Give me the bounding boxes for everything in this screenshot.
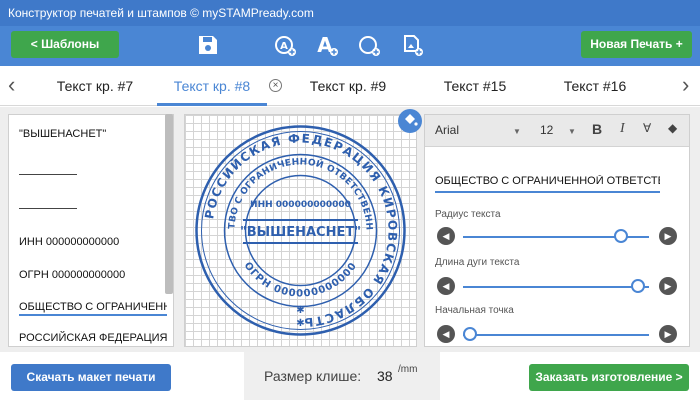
svg-text:A: A xyxy=(280,41,288,52)
tabs-next-arrow[interactable]: › xyxy=(682,66,689,106)
size-unit: /mm xyxy=(398,364,418,375)
font-size-select[interactable]: 12 xyxy=(540,123,553,137)
list-item-blank[interactable] xyxy=(19,163,167,181)
tab-text-8[interactable]: Текст кр. #8 xyxy=(157,66,267,106)
list-item[interactable]: ОГРН 000000000000 xyxy=(19,266,167,284)
chevron-down-icon[interactable]: ▼ xyxy=(568,127,576,136)
tab-text-7[interactable]: Текст кр. #7 xyxy=(40,66,150,106)
slider-label: Начальная точка xyxy=(435,305,514,316)
list-item-blank[interactable] xyxy=(19,197,167,215)
add-circle-icon[interactable] xyxy=(357,33,381,57)
list-item[interactable]: РОССИЙСКАЯ ФЕДЕРАЦИЯ КИРОВСКАЯ ОБЛАСТЬ xyxy=(19,329,167,346)
tab-close-icon[interactable]: × xyxy=(269,79,282,92)
tab-text-9[interactable]: Текст кр. #9 xyxy=(293,66,403,106)
order-button[interactable]: Заказать изготовление > xyxy=(529,364,689,391)
lines-list: "ВЫШЕНАСНЕТ" ИНН 000000000000 ОГРН 00000… xyxy=(8,114,174,347)
text-input[interactable]: ОБЩЕСТВО С ОГРАНИЧЕННОЙ ОТВЕТСТВЕННОСТЬЮ xyxy=(435,175,660,193)
radius-slider-thumb[interactable] xyxy=(613,229,628,243)
slider-decrease-icon[interactable]: ◀ xyxy=(437,227,455,245)
stamp-star-icon: ✱ xyxy=(296,305,304,316)
save-icon[interactable] xyxy=(196,33,220,57)
size-value[interactable]: 38 xyxy=(377,368,393,384)
stamp-preview[interactable]: РОССИЙСКАЯ ФЕДЕРАЦИЯ КИРОВСКАЯ ОБЛАСТЬ О… xyxy=(179,108,417,347)
stamp-image: РОССИЙСКАЯ ФЕДЕРАЦИЯ КИРОВСКАЯ ОБЛАСТЬ О… xyxy=(179,108,406,336)
start-point-slider-track[interactable] xyxy=(463,334,649,336)
templates-button[interactable]: < Шаблоны xyxy=(11,31,119,58)
font-family-select[interactable]: Arial xyxy=(435,123,459,137)
start-point-slider-thumb[interactable] xyxy=(463,327,478,341)
size-label: Размер клише: xyxy=(264,368,362,384)
slider-increase-icon[interactable]: ▶ xyxy=(659,277,677,295)
toolbar: < Шаблоны A A Новая Печать + xyxy=(0,26,700,66)
size-box: Размер клише: 38 /mm xyxy=(244,352,440,400)
slider-decrease-icon[interactable]: ◀ xyxy=(437,277,455,295)
arc-length-slider-thumb[interactable] xyxy=(630,279,645,293)
tabs-prev-arrow[interactable]: ‹ xyxy=(8,66,15,106)
stamp-star-icon: ✱ xyxy=(296,318,304,329)
add-image-icon[interactable] xyxy=(400,33,424,57)
stamp-center-text: "ВЫШЕНАСНЕТ" xyxy=(240,225,361,240)
lines-scrollbar[interactable] xyxy=(165,114,173,294)
slider-label: Радиус текста xyxy=(435,209,501,220)
slider-increase-icon[interactable]: ▶ xyxy=(659,227,677,245)
italic-icon[interactable]: I xyxy=(620,121,625,137)
list-item[interactable]: ИНН 000000000000 xyxy=(19,233,167,251)
list-item-selected[interactable]: ОБЩЕСТВО С ОГРАНИЧЕННОЙ ОТВЕТСТВЕННОСТЬЮ xyxy=(19,298,167,316)
slider-decrease-icon[interactable]: ◀ xyxy=(437,325,455,343)
text-fill-icon[interactable]: ∀ xyxy=(643,121,651,135)
list-item[interactable]: "ВЫШЕНАСНЕТ" xyxy=(19,125,167,143)
new-stamp-button[interactable]: Новая Печать + xyxy=(581,31,692,58)
tabs-bar: ‹ Текст кр. #7 Текст кр. #8 × Текст кр. … xyxy=(0,66,700,106)
add-text-icon[interactable]: A xyxy=(315,33,339,57)
properties-panel: Arial ▼ 12 ▼ B I ∀ ◆ ОБЩЕСТВО С ОГРАНИЧЕ… xyxy=(424,114,690,347)
chevron-down-icon[interactable]: ▼ xyxy=(513,127,521,136)
slider-increase-icon[interactable]: ▶ xyxy=(659,325,677,343)
font-toolbar: Arial ▼ 12 ▼ B I ∀ ◆ xyxy=(425,115,689,147)
bottom-bar: Скачать макет печати Размер клише: 38 /m… xyxy=(0,352,700,400)
tab-text-15[interactable]: Текст #15 xyxy=(420,66,530,106)
add-circle-text-icon[interactable]: A xyxy=(273,33,297,57)
arc-length-slider-track[interactable] xyxy=(463,286,649,288)
window-title: Конструктор печатей и штампов © mySTAMPr… xyxy=(0,0,700,26)
color-fill-icon[interactable]: ◆ xyxy=(668,121,677,135)
download-layout-button[interactable]: Скачать макет печати xyxy=(11,364,171,391)
bold-icon[interactable]: B xyxy=(592,121,602,137)
stamp-inn-text: ИНН 000000000000 xyxy=(250,200,351,210)
slider-label: Длина дуги текста xyxy=(435,257,520,268)
workspace: "ВЫШЕНАСНЕТ" ИНН 000000000000 ОГРН 00000… xyxy=(0,107,700,352)
paint-bucket-icon[interactable] xyxy=(398,109,422,133)
tab-text-16[interactable]: Текст #16 xyxy=(540,66,650,106)
